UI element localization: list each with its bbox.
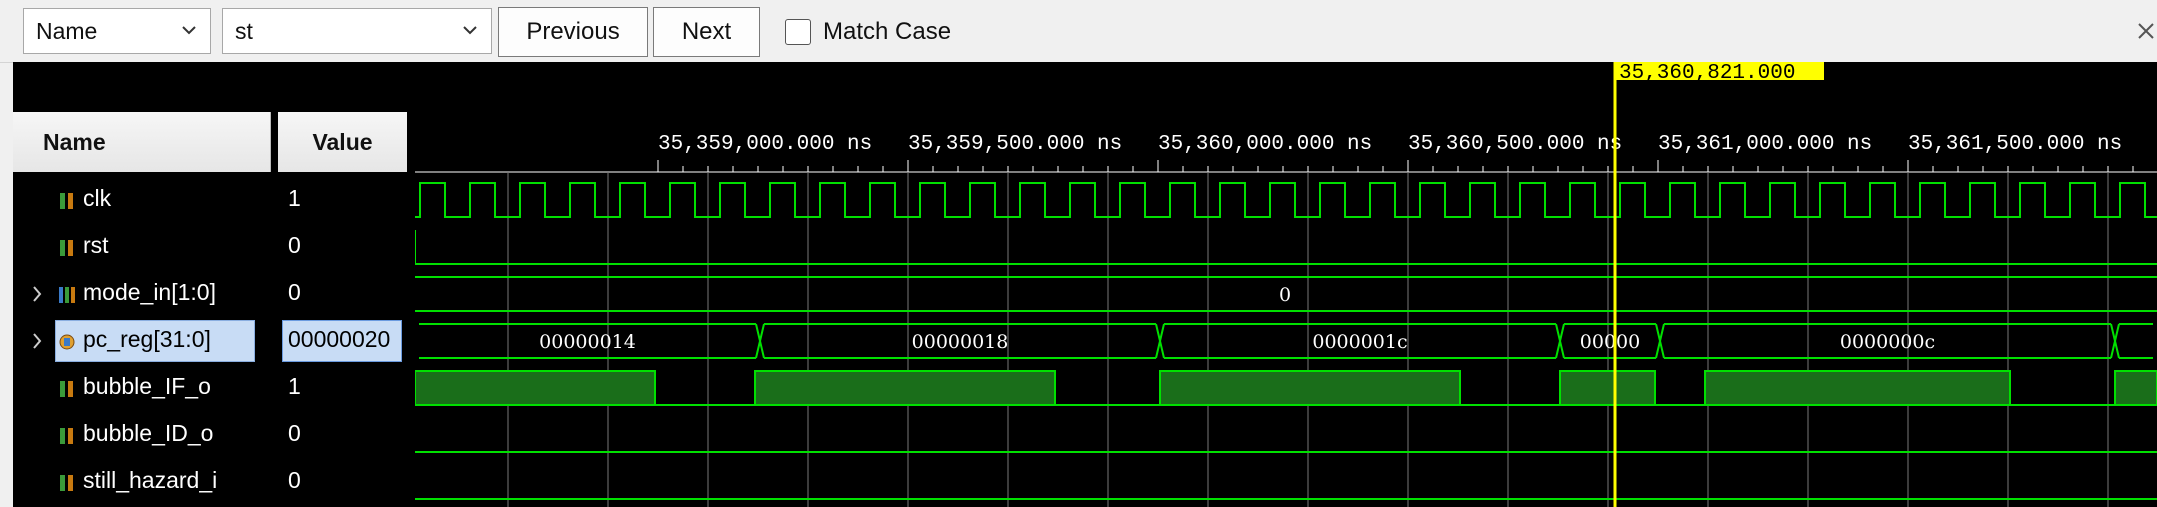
expand-chevron-icon[interactable] (31, 332, 43, 350)
signal-value-list: 1 0 0 00000020 1 0 0 (278, 172, 407, 507)
signal-value: 0 (288, 420, 301, 446)
signal-name: bubble_ID_o (83, 420, 214, 446)
pc-reg-transition (2110, 323, 2120, 359)
clk-trace (415, 182, 2157, 218)
waveform-traces: 0 00000014 00000018 0000001c 00000 0000000c (415, 62, 2157, 507)
signal-value: 0 (288, 232, 301, 258)
signal-name: clk (83, 185, 112, 211)
pc-reg-transition (1655, 323, 1665, 359)
pc-reg-bus-value: 00000 (1580, 331, 1640, 353)
signal-value: 00000020 (288, 326, 391, 352)
signal-name-list: clk rst mode_in[1:0] pc_reg[31:0] bubble_IF_… (13, 172, 271, 507)
register-bus-icon (59, 334, 75, 350)
pc-reg-transition (1155, 323, 1165, 359)
bus-signal-icon (59, 287, 75, 303)
signal-value-row[interactable]: 00000020 (278, 318, 407, 365)
signal-row[interactable]: bubble_ID_o (13, 412, 271, 459)
pc-reg-bus-value: 00000014 (539, 331, 636, 353)
pc-reg-transition (755, 323, 765, 359)
value-column-header[interactable]: Value (278, 112, 407, 172)
previous-button[interactable]: Previous (498, 7, 648, 57)
bubble-if-high-segment (1704, 370, 2011, 406)
signal-row[interactable]: rst (13, 224, 271, 271)
scalar-signal-icon (60, 193, 73, 209)
signal-value: 1 (288, 373, 301, 399)
column-splitter[interactable] (271, 112, 278, 507)
signal-value-row[interactable]: 1 (278, 177, 407, 224)
scalar-signal-icon (60, 381, 73, 397)
name-pane-top (13, 62, 407, 112)
scalar-signal-icon (60, 475, 73, 491)
name-column-header[interactable]: Name (13, 112, 271, 172)
chevron-down-icon (182, 26, 196, 35)
pc-reg-bus-value: 00000018 (912, 331, 1009, 353)
bubble-if-high-segment (415, 370, 656, 406)
search-field-value: Name (36, 18, 98, 44)
signal-value-row[interactable]: 1 (278, 365, 407, 412)
pane-splitter[interactable] (407, 62, 415, 507)
scalar-signal-icon (60, 428, 73, 444)
signal-row[interactable]: clk (13, 177, 271, 224)
pc-reg-transition (1555, 323, 1565, 359)
signal-value: 0 (288, 467, 301, 493)
pc-reg-bus-value: 0000001c (1312, 331, 1407, 353)
expand-chevron-icon[interactable] (31, 285, 43, 303)
scalar-signal-icon (60, 240, 73, 256)
mode-in-bus-value: 0 (1279, 284, 1291, 306)
search-text-value: st (235, 18, 253, 44)
signal-name: mode_in[1:0] (83, 279, 216, 305)
signal-value-row[interactable]: 0 (278, 412, 407, 459)
bubble-if-high-segment (1159, 370, 1461, 406)
bubble-if-high-segment (754, 370, 1056, 406)
close-icon[interactable] (2135, 18, 2157, 44)
bubble-if-high-segment (1559, 370, 1656, 406)
signal-name: pc_reg[31:0] (83, 326, 211, 352)
signal-value: 1 (288, 185, 301, 211)
find-toolbar: Name st Previous Next Match Case (0, 0, 2157, 63)
signal-name: bubble_IF_o (83, 373, 211, 399)
signal-row[interactable]: mode_in[1:0] (13, 271, 271, 318)
search-field-select[interactable]: Name (23, 8, 211, 54)
signal-value-row[interactable]: 0 (278, 271, 407, 318)
rst-trace (415, 230, 2157, 265)
match-case-checkbox[interactable] (785, 19, 811, 45)
signal-value-row[interactable]: 0 (278, 459, 407, 506)
signal-value-row[interactable]: 0 (278, 224, 407, 271)
chevron-down-icon (463, 26, 477, 35)
pc-reg-trace (2119, 323, 2153, 359)
match-case-label[interactable]: Match Case (823, 18, 951, 46)
next-button[interactable]: Next (653, 7, 760, 57)
signal-value: 0 (288, 279, 301, 305)
signal-name: rst (83, 232, 109, 258)
search-text-combo[interactable]: st (222, 8, 492, 54)
signal-name: still_hazard_i (83, 467, 218, 493)
signal-row[interactable]: bubble_IF_o (13, 365, 271, 412)
pc-reg-bus-value: 0000000c (1840, 331, 1935, 353)
signal-row[interactable]: pc_reg[31:0] (13, 318, 271, 365)
signal-row[interactable]: still_hazard_i (13, 459, 271, 506)
waveform-canvas[interactable]: 35,360,821.000 ns 35,359,000.000 ns 35,3… (415, 62, 2157, 507)
bubble-if-high-segment (2114, 370, 2157, 406)
